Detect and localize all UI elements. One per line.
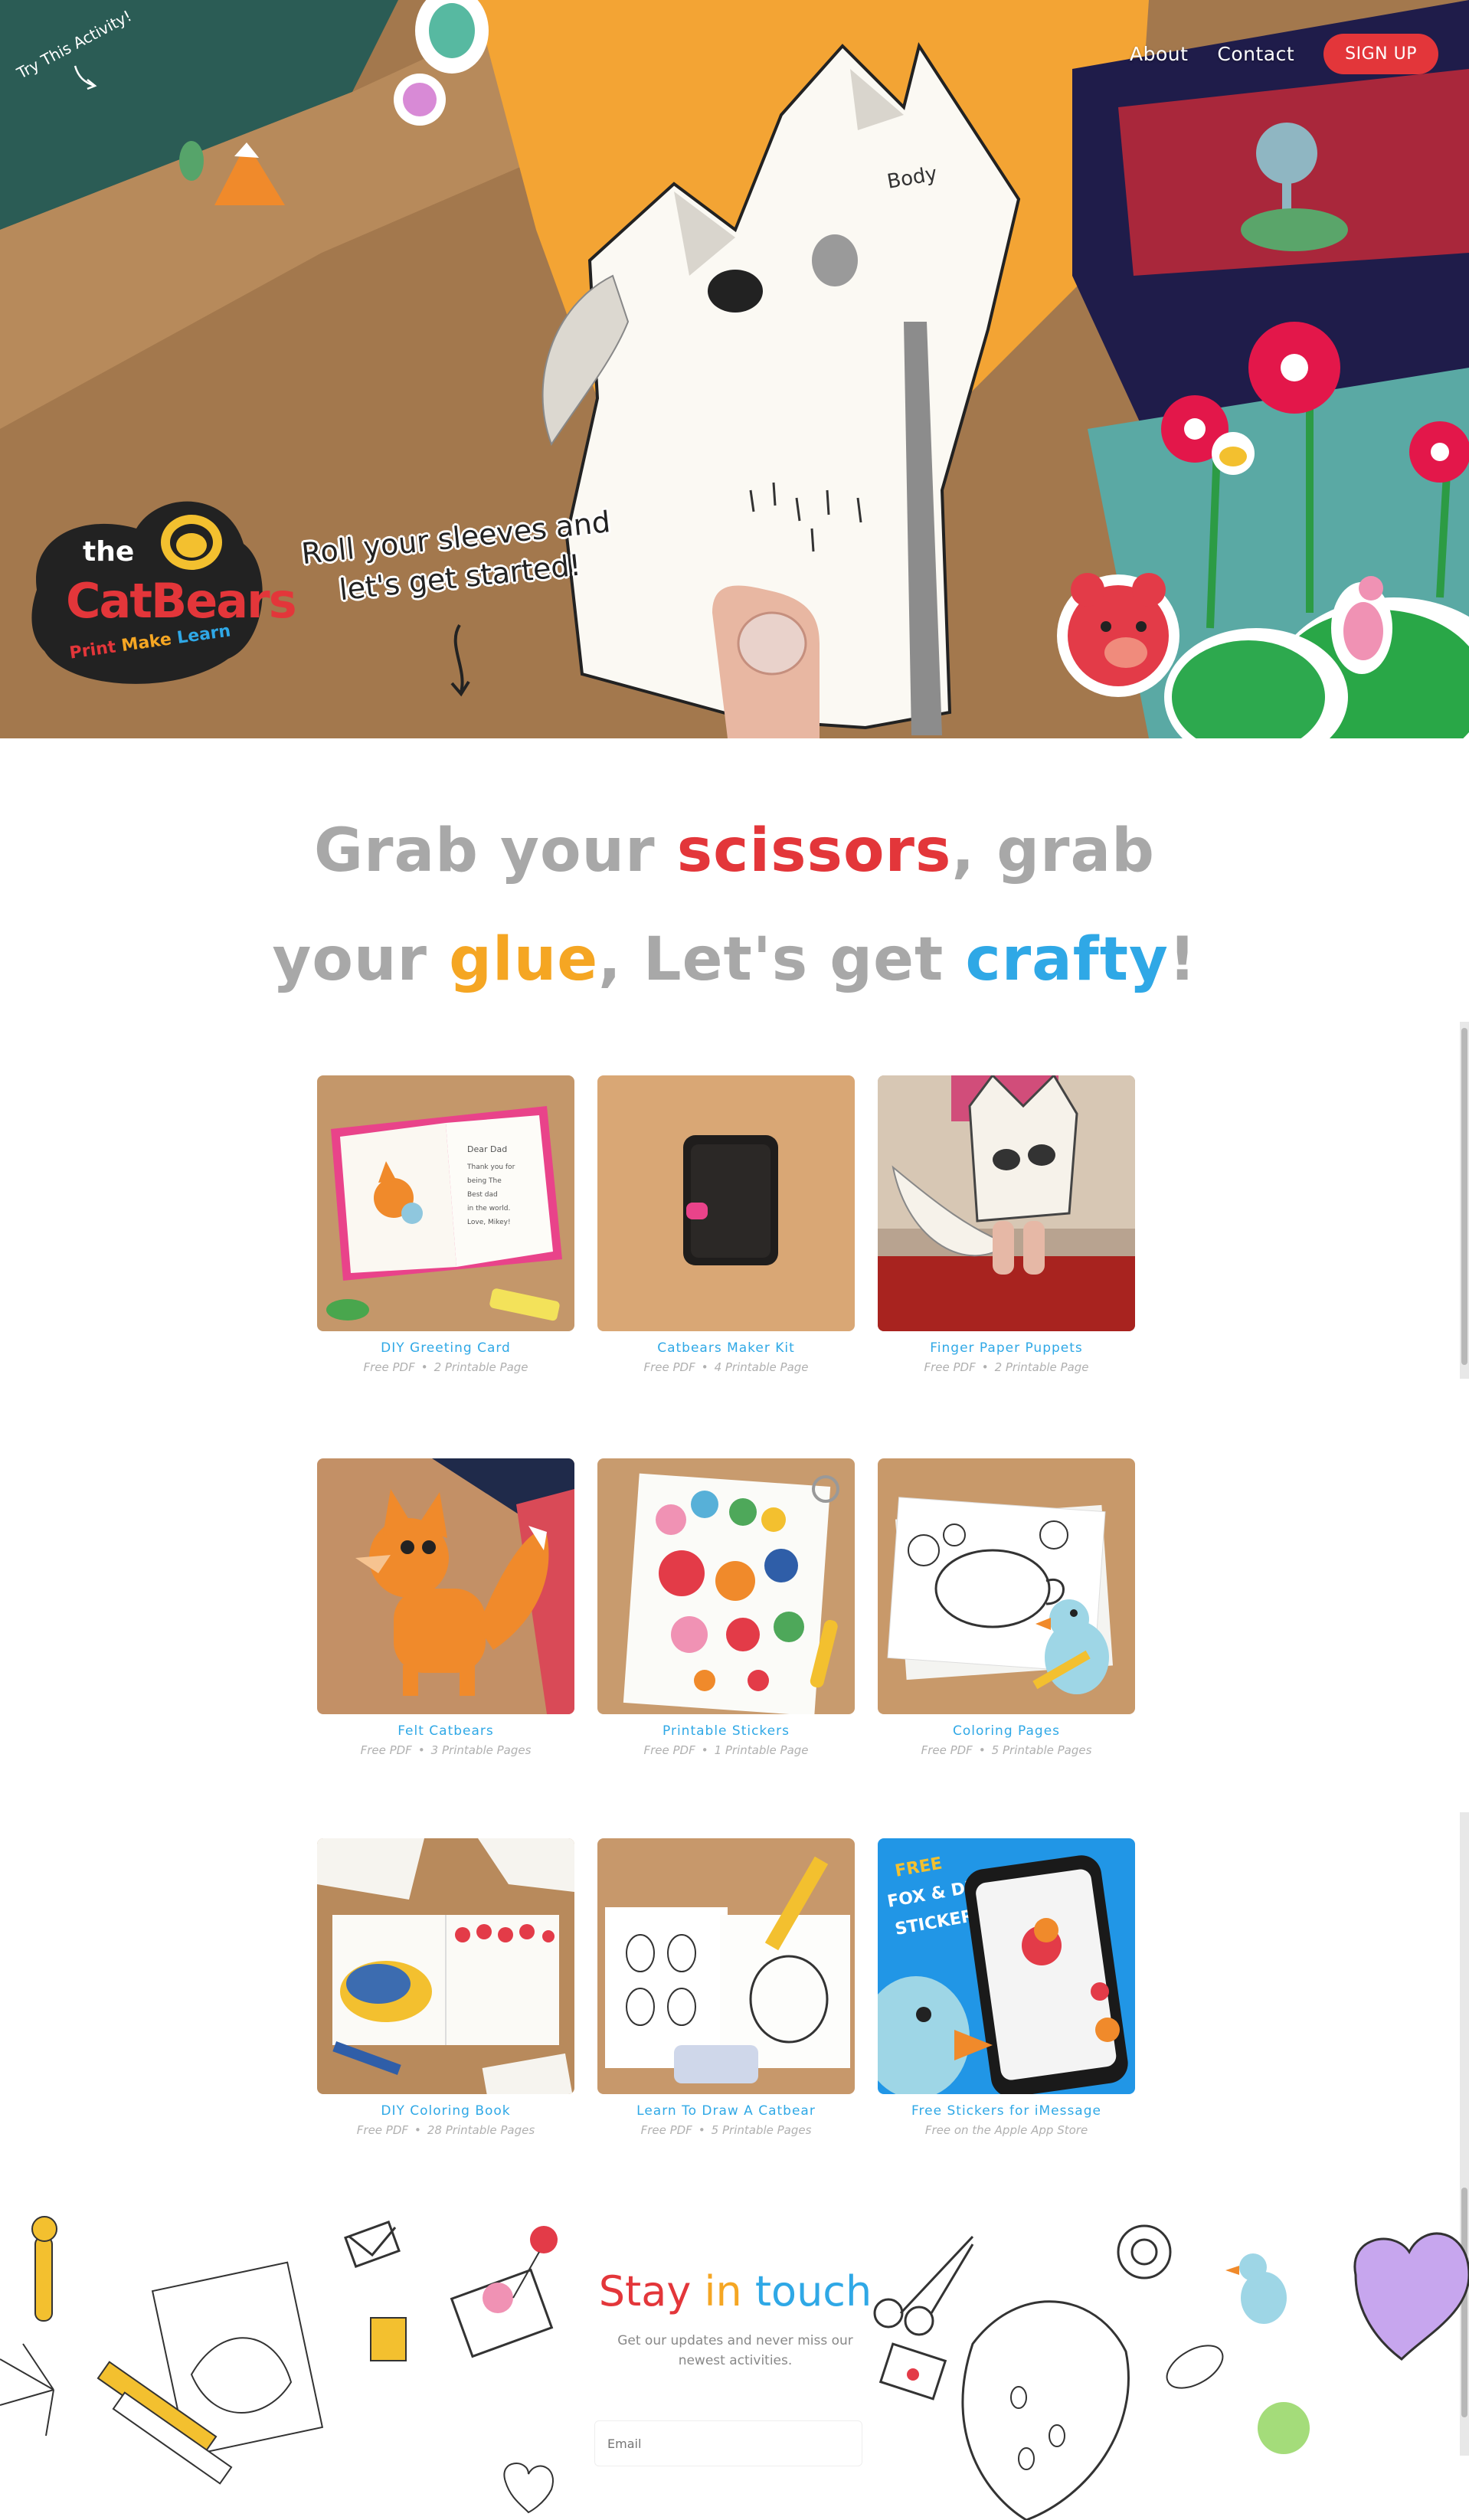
activity-meta: Free PDF • 3 Printable Pages xyxy=(317,1743,574,1757)
nav-about-link[interactable]: About xyxy=(1130,43,1188,65)
headline-part: your xyxy=(272,925,450,994)
down-arrow-icon xyxy=(450,623,470,697)
activity-type: Free PDF xyxy=(921,1743,973,1757)
scrollbar-thumb[interactable] xyxy=(1461,1028,1467,1365)
activity-thumbnail-greeting-card[interactable]: Dear Dad Thank you for being The Best da… xyxy=(317,1075,574,1331)
activity-pages: 4 Printable Page xyxy=(714,1360,809,1374)
activity-title[interactable]: Finger Paper Puppets xyxy=(878,1340,1135,1356)
activity-type: Free PDF xyxy=(363,1360,415,1374)
activity-card[interactable]: Finger Paper Puppets Free PDF • 2 Printabl… xyxy=(878,1075,1135,1374)
activity-thumbnail-maker-kit[interactable] xyxy=(597,1075,855,1331)
activity-type: Free PDF xyxy=(640,2123,692,2137)
activity-meta: Free PDF • 5 Printable Pages xyxy=(878,1743,1135,1757)
activity-thumbnail-coloring-book[interactable] xyxy=(317,1838,574,2094)
headline-part: , Let's get xyxy=(598,925,966,994)
greeting-card-text-line: Thank you for xyxy=(466,1163,515,1171)
activity-title[interactable]: Printable Stickers xyxy=(597,1723,855,1739)
activity-title[interactable]: Learn To Draw A Catbear xyxy=(597,2103,855,2119)
activity-meta: Free on the Apple App Store xyxy=(878,2123,1135,2137)
activity-title[interactable]: Felt Catbears xyxy=(317,1723,574,1739)
hero-banner: Body Try This Activity! About Contact SI… xyxy=(0,0,1469,738)
activity-card[interactable]: Felt Catbears Free PDF • 3 Printable Pages xyxy=(317,1458,574,1757)
activity-meta: Free PDF • 5 Printable Pages xyxy=(597,2123,855,2137)
greeting-card-text-line: Best dad xyxy=(467,1191,498,1199)
headline-part: Grab your xyxy=(314,817,677,885)
activity-card[interactable]: Coloring Pages Free PDF • 5 Printable Page… xyxy=(878,1458,1135,1757)
activity-pages: 3 Printable Pages xyxy=(430,1743,532,1757)
newsletter-section: Stay in touch Get our updates and never … xyxy=(0,2206,1469,2520)
activity-thumbnail-coloring-pages[interactable] xyxy=(878,1458,1135,1714)
activity-title[interactable]: Free Stickers for iMessage xyxy=(878,2103,1135,2119)
activity-thumbnail-learn-to-draw[interactable] xyxy=(597,1838,855,2094)
title-in: in xyxy=(704,2267,742,2315)
activity-title[interactable]: DIY Coloring Book xyxy=(317,2103,574,2119)
activity-meta: Free PDF • 2 Printable Page xyxy=(878,1360,1135,1374)
activity-type: Free PDF xyxy=(356,2123,409,2137)
activity-type: Free PDF xyxy=(360,1743,412,1757)
activity-card[interactable]: Dear Dad Thank you for being The Best da… xyxy=(317,1075,574,1374)
activity-pages: 5 Printable Pages xyxy=(991,1743,1092,1757)
activity-type: Free on the Apple App Store xyxy=(924,2123,1088,2137)
meta-separator: • xyxy=(414,2123,421,2137)
newsletter-box: Stay in touch Get our updates and never … xyxy=(582,2267,888,2371)
activity-meta: Free PDF • 2 Printable Page xyxy=(317,1360,574,1374)
title-touch: touch xyxy=(754,2267,872,2315)
newsletter-description: Get our updates and never miss our newes… xyxy=(617,2333,853,2368)
activity-card[interactable]: Learn To Draw A Catbear Free PDF • 5 Print… xyxy=(597,1838,855,2137)
activity-thumbnail-felt-catbears[interactable] xyxy=(317,1458,574,1714)
activity-card[interactable]: Catbears Maker Kit Free PDF • 4 Printable … xyxy=(597,1075,855,1374)
headline-scissors: scissors xyxy=(676,817,952,885)
activity-pages: 2 Printable Page xyxy=(994,1360,1089,1374)
nav-contact-link[interactable]: Contact xyxy=(1217,43,1294,65)
scrollbar[interactable] xyxy=(1460,1022,1469,1379)
activity-type: Free PDF xyxy=(643,1743,695,1757)
meta-separator: • xyxy=(701,1743,708,1757)
activity-meta: Free PDF • 28 Printable Pages xyxy=(317,2123,574,2137)
greeting-card-text-line: Love, Mikey! xyxy=(467,1219,511,1226)
activity-meta: Free PDF • 1 Printable Page xyxy=(597,1743,855,1757)
meta-separator: • xyxy=(701,1360,708,1374)
greeting-card-text-line: Dear Dad xyxy=(467,1144,507,1154)
newsletter-title: Stay in touch xyxy=(582,2267,888,2315)
catbears-logo[interactable]: the CatBears Print Make Learn xyxy=(21,483,297,689)
title-stay: Stay xyxy=(598,2267,692,2315)
activity-title[interactable]: DIY Greeting Card xyxy=(317,1340,574,1356)
curved-arrow-icon xyxy=(74,65,97,90)
email-field[interactable] xyxy=(594,2420,862,2466)
headline-part: , grab xyxy=(951,817,1155,885)
activity-card[interactable]: Printable Stickers Free PDF • 1 Printable … xyxy=(597,1458,855,1757)
activity-thumbnail-imessage-stickers[interactable]: FREE FOX & DUCK STICKERS xyxy=(878,1838,1135,2094)
scrollbar[interactable] xyxy=(1460,1812,1469,2226)
signup-button[interactable]: SIGN UP xyxy=(1323,34,1438,74)
activity-type: Free PDF xyxy=(924,1360,976,1374)
headline-part: ! xyxy=(1168,925,1197,994)
logo-the-text: the xyxy=(83,536,135,568)
activity-pages: 1 Printable Page xyxy=(714,1743,809,1757)
page-headline: Grab your scissors, grab your glue, Let'… xyxy=(230,797,1239,1014)
activity-pages: 2 Printable Page xyxy=(434,1360,528,1374)
activity-type: Free PDF xyxy=(643,1360,695,1374)
meta-separator: • xyxy=(417,1743,425,1757)
activity-title[interactable]: Catbears Maker Kit xyxy=(597,1340,855,1356)
activity-card[interactable]: FREE FOX & DUCK STICKERS Free Stickers f… xyxy=(878,1838,1135,2137)
activity-pages: 28 Printable Pages xyxy=(427,2123,535,2137)
greeting-card-text-line: in the world. xyxy=(467,1205,510,1213)
activity-pages: 5 Printable Pages xyxy=(711,2123,812,2137)
headline-crafty: crafty xyxy=(965,925,1169,994)
meta-separator: • xyxy=(698,2123,705,2137)
activity-thumbnail-printable-stickers[interactable] xyxy=(597,1458,855,1714)
headline-glue: glue xyxy=(449,925,599,994)
activity-card[interactable]: DIY Coloring Book Free PDF • 28 Printable … xyxy=(317,1838,574,2137)
greeting-card-text-line: being The xyxy=(467,1177,502,1185)
activity-thumbnail-finger-puppets[interactable] xyxy=(878,1075,1135,1331)
meta-separator: • xyxy=(981,1360,989,1374)
activity-meta: Free PDF • 4 Printable Page xyxy=(597,1360,855,1374)
meta-separator: • xyxy=(420,1360,428,1374)
activity-title[interactable]: Coloring Pages xyxy=(878,1723,1135,1739)
meta-separator: • xyxy=(978,1743,986,1757)
logo-name-text: CatBears xyxy=(66,573,297,629)
top-navigation: About Contact SIGN UP xyxy=(1130,34,1438,74)
